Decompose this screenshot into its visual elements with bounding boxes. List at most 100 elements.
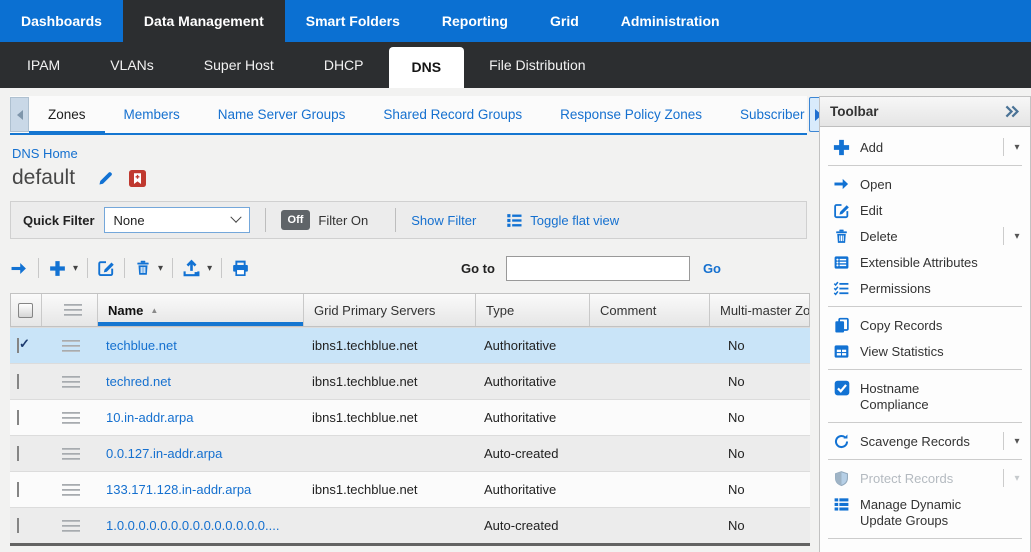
- select-all-cell: [11, 294, 41, 326]
- toolbar-item-label: Delete: [860, 227, 898, 245]
- toolbar-item-label: Copy Records: [860, 316, 942, 334]
- breadcrumb[interactable]: DNS Home: [12, 146, 78, 161]
- toolbar-item-label: Scavenge Records: [860, 432, 970, 450]
- column-header-comment[interactable]: Comment: [589, 294, 709, 326]
- toolbar-item-hostname-compliance[interactable]: Hostname Compliance: [820, 375, 1030, 417]
- table-row[interactable]: techred.net ibns1.techblue.net Authorita…: [10, 363, 810, 399]
- show-filter-link[interactable]: Show Filter: [411, 213, 476, 228]
- row-checkbox[interactable]: [17, 482, 19, 497]
- export-dropdown-caret[interactable]: [207, 263, 212, 274]
- table-row[interactable]: 0.0.127.in-addr.arpa Auto-created No: [10, 435, 810, 471]
- zone-link[interactable]: techred.net: [106, 374, 171, 389]
- tab-zones[interactable]: Zones: [29, 96, 105, 133]
- subnav-item-vlans[interactable]: VLANs: [85, 42, 179, 88]
- subnav-item-dns[interactable]: DNS: [389, 47, 465, 88]
- tab-shared-record-groups[interactable]: Shared Record Groups: [364, 96, 541, 133]
- go-button[interactable]: Go: [703, 261, 721, 276]
- drag-handle-icon[interactable]: [62, 340, 80, 352]
- nav-item-smart-folders[interactable]: Smart Folders: [285, 0, 421, 42]
- zone-link[interactable]: 1.0.0.0.0.0.0.0.0.0.0.0.0.0.0....: [106, 518, 279, 533]
- drag-handle-icon[interactable]: [62, 412, 80, 424]
- column-header-name[interactable]: Name▲: [97, 294, 303, 326]
- subnav-item-ipam[interactable]: IPAM: [2, 42, 85, 88]
- table-row[interactable]: techblue.net ibns1.techblue.net Authorit…: [10, 327, 810, 363]
- bookmark-icon[interactable]: [129, 170, 146, 187]
- sort-ascending-icon: ▲: [150, 306, 158, 315]
- row-checkbox[interactable]: [17, 410, 19, 425]
- zone-link[interactable]: 133.171.128.in-addr.arpa: [106, 482, 251, 497]
- filter-on-label: Filter On: [318, 213, 368, 228]
- tab-response-policy-zones[interactable]: Response Policy Zones: [541, 96, 721, 133]
- delete-icon[interactable]: [134, 259, 152, 277]
- toolbar-item-view-statistics[interactable]: View Statistics: [820, 338, 1030, 364]
- open-arrow-icon[interactable]: [10, 259, 29, 278]
- cell-type: Authoritative: [474, 374, 588, 389]
- delete-dropdown-caret[interactable]: [1003, 227, 1030, 245]
- table-row[interactable]: 1.0.0.0.0.0.0.0.0.0.0.0.0.0.0.... Auto-c…: [10, 507, 810, 543]
- row-checkbox[interactable]: [17, 338, 19, 353]
- title-row: default: [12, 166, 805, 190]
- quick-filter-select[interactable]: None: [104, 207, 250, 233]
- add-dropdown-caret[interactable]: [73, 263, 78, 274]
- drag-handle-icon[interactable]: [62, 484, 80, 496]
- add-dropdown-caret[interactable]: [1003, 138, 1030, 156]
- tab-subscriber[interactable]: Subscriber S: [721, 96, 809, 133]
- edit-icon[interactable]: [97, 259, 115, 277]
- extensible-attributes-icon: [832, 253, 851, 271]
- toggle-flat-view-link[interactable]: Toggle flat view: [530, 213, 619, 228]
- export-icon[interactable]: [182, 259, 201, 278]
- tab-members[interactable]: Members: [105, 96, 199, 133]
- subnav-item-dhcp[interactable]: DHCP: [299, 42, 389, 88]
- add-icon[interactable]: [48, 259, 67, 278]
- toolbar-panel: Toolbar Add Open: [819, 96, 1031, 552]
- delete-dropdown-caret[interactable]: [158, 263, 163, 274]
- scavenge-dropdown-caret[interactable]: [1003, 432, 1030, 450]
- drag-handle-icon[interactable]: [62, 520, 80, 532]
- toolbar-item-copy-records[interactable]: Copy Records: [820, 312, 1030, 338]
- divider: [828, 306, 1022, 307]
- subnav-item-super-host[interactable]: Super Host: [179, 42, 299, 88]
- nav-item-reporting[interactable]: Reporting: [421, 0, 529, 42]
- toolbar-item-add[interactable]: Add: [820, 134, 1030, 160]
- drag-column-header: [41, 294, 97, 326]
- toolbar-item-open[interactable]: Open: [820, 171, 1030, 197]
- nav-item-data-management[interactable]: Data Management: [123, 0, 285, 42]
- zone-link[interactable]: 10.in-addr.arpa: [106, 410, 193, 425]
- tab-strip: Zones Members Name Server Groups Shared …: [10, 96, 807, 135]
- filter-toggle-button[interactable]: Off: [281, 210, 311, 230]
- toolbar-item-manage-dynamic-update-groups[interactable]: Manage Dynamic Update Groups: [820, 491, 1030, 533]
- toolbar-item-delete[interactable]: Delete: [820, 223, 1030, 249]
- zone-link[interactable]: 0.0.127.in-addr.arpa: [106, 446, 222, 461]
- drag-handle-icon[interactable]: [62, 448, 80, 460]
- row-checkbox[interactable]: [17, 518, 19, 533]
- zone-link[interactable]: techblue.net: [106, 338, 177, 353]
- nav-item-grid[interactable]: Grid: [529, 0, 600, 42]
- top-navbar: Dashboards Data Management Smart Folders…: [0, 0, 1031, 42]
- divider: [828, 369, 1022, 370]
- toolbar-item-scavenge-records[interactable]: Scavenge Records: [820, 428, 1030, 454]
- toolbar-item-permissions[interactable]: Permissions: [820, 275, 1030, 301]
- row-checkbox[interactable]: [17, 374, 19, 389]
- nav-item-administration[interactable]: Administration: [600, 0, 741, 42]
- select-all-checkbox[interactable]: [18, 303, 33, 318]
- nav-item-dashboards[interactable]: Dashboards: [0, 0, 123, 42]
- toolbar-item-extensible-attributes[interactable]: Extensible Attributes: [820, 249, 1030, 275]
- column-header-type[interactable]: Type: [475, 294, 589, 326]
- edit-title-pencil-icon[interactable]: [97, 169, 115, 187]
- toolbar-item-edit[interactable]: Edit: [820, 197, 1030, 223]
- tab-name-server-groups[interactable]: Name Server Groups: [199, 96, 365, 133]
- goto-input[interactable]: [506, 256, 690, 281]
- collapse-panel-icon[interactable]: [1003, 103, 1020, 120]
- table-header-row: Name▲ Grid Primary Servers Type Comment …: [10, 293, 810, 327]
- column-header-multi-master[interactable]: Multi-master Zo: [709, 294, 809, 326]
- table-row[interactable]: 133.171.128.in-addr.arpa ibns1.techblue.…: [10, 471, 810, 507]
- column-header-grid-primary-servers[interactable]: Grid Primary Servers: [303, 294, 475, 326]
- tab-scroll-left-button[interactable]: [10, 97, 29, 132]
- row-checkbox[interactable]: [17, 446, 19, 461]
- toolbar-item-label: Hostname Compliance: [860, 379, 978, 413]
- drag-handle-icon[interactable]: [62, 376, 80, 388]
- subnav-item-file-distribution[interactable]: File Distribution: [464, 42, 610, 88]
- table-row[interactable]: 10.in-addr.arpa ibns1.techblue.net Autho…: [10, 399, 810, 435]
- toolbar-item-label: Edit: [860, 201, 882, 219]
- print-icon[interactable]: [231, 259, 250, 278]
